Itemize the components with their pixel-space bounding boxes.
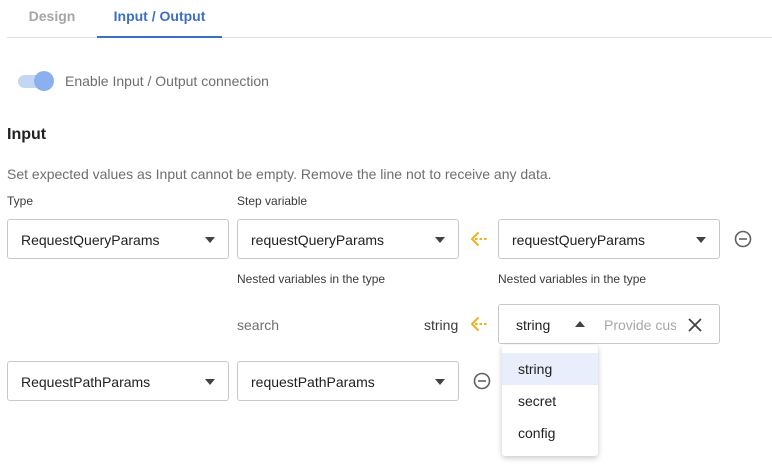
dropdown-option-string[interactable]: string (502, 353, 598, 385)
type-select-row-2[interactable]: RequestPathParams (7, 361, 229, 401)
input-section-title: Input (7, 126, 47, 143)
chevron-down-icon (435, 379, 445, 385)
close-icon[interactable] (687, 317, 703, 333)
tab-input-output[interactable]: Input / Output (97, 0, 222, 38)
nested-variable-type: string (424, 317, 459, 333)
type-select-row-1[interactable]: RequestQueryParams (7, 219, 229, 259)
chevron-down-icon (696, 237, 706, 243)
chevron-up-icon[interactable] (575, 321, 585, 327)
tab-design[interactable]: Design (7, 0, 97, 38)
dropdown-option-secret[interactable]: secret (502, 385, 598, 417)
chevron-down-icon (205, 379, 215, 385)
minus-circle-icon[interactable] (473, 372, 491, 390)
nested-variables-label-right: Nested variables in the type (498, 272, 647, 286)
type-select-value: RequestQueryParams (21, 232, 160, 248)
step-variable-select-row-2[interactable]: requestPathParams (237, 361, 459, 401)
toggle-knob (34, 71, 54, 91)
minus-circle-icon[interactable] (734, 230, 752, 248)
input-help-text: Set expected values as Input cannot be e… (7, 166, 552, 182)
custom-value-input[interactable]: Provide custom value (604, 317, 676, 333)
nested-variable-name: search (237, 317, 280, 333)
step-variable-select-value: requestPathParams (251, 374, 375, 390)
dropdown-option-config[interactable]: config (502, 417, 598, 449)
type-select-value: RequestPathParams (21, 374, 151, 390)
chevron-down-icon (435, 237, 445, 243)
source-select-row-1[interactable]: requestQueryParams (498, 219, 720, 259)
tab-bar: Design Input / Output (7, 0, 772, 38)
step-variable-select-value: requestQueryParams (251, 232, 385, 248)
step-variable-column-label: Step variable (237, 194, 308, 208)
connection-toggle[interactable] (18, 71, 56, 91)
chevron-down-icon (205, 237, 215, 243)
nested-variables-label-left: Nested variables in the type (237, 272, 386, 286)
type-column-label: Type (7, 194, 34, 208)
nested-source-type-value: string (516, 317, 551, 333)
arrow-left-dashed-icon (471, 317, 487, 331)
step-variable-select-row-1[interactable]: requestQueryParams (237, 219, 459, 259)
source-select-value: requestQueryParams (512, 232, 646, 248)
type-dropdown-menu: string secret config (502, 345, 598, 456)
nested-source-select[interactable]: string Provide custom value (498, 304, 720, 344)
arrow-left-dashed-icon (471, 232, 487, 246)
connection-toggle-label: Enable Input / Output connection (65, 73, 269, 89)
